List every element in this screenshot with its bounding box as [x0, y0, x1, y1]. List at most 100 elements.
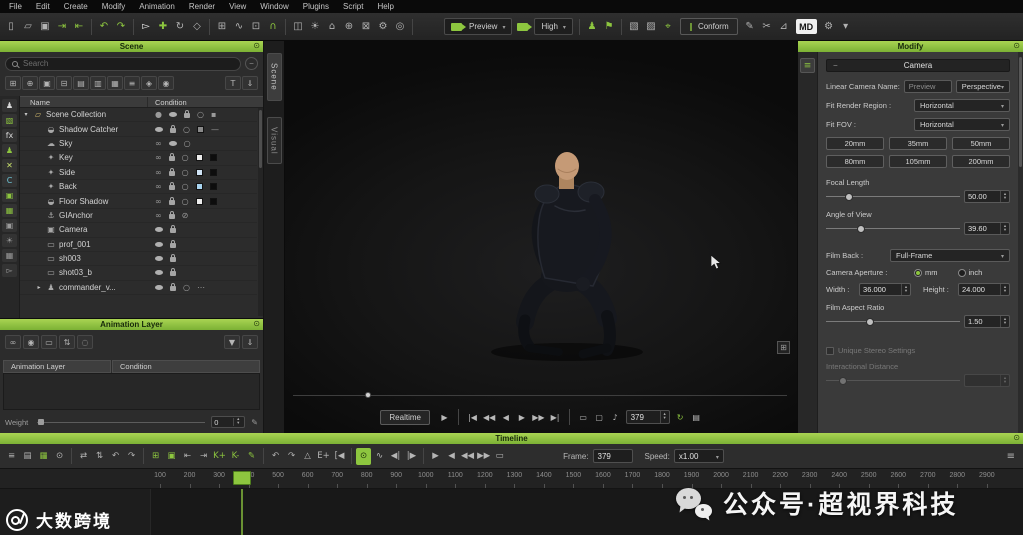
- condition-slash-icon[interactable]: ⊘: [182, 211, 189, 220]
- lock-icon[interactable]: [168, 182, 175, 191]
- fit-fov-select[interactable]: Horizontal: [914, 118, 1010, 131]
- tree-row[interactable]: ▾ ▱ Scene Collection ● ○ ▪: [20, 108, 257, 123]
- spinner-arrows-icon[interactable]: [233, 418, 242, 426]
- condition-link-icon[interactable]: ∞: [155, 168, 162, 177]
- tab-visual[interactable]: Visual: [266, 116, 282, 165]
- undo-icon[interactable]: ↶: [96, 18, 112, 36]
- frame-input[interactable]: 379: [592, 449, 633, 463]
- next-frame-icon[interactable]: ▶: [516, 413, 527, 422]
- spinner-arrows-icon[interactable]: [1000, 316, 1009, 327]
- import-icon[interactable]: ⇥: [54, 18, 70, 36]
- step-forward-icon[interactable]: |▶: [404, 448, 419, 465]
- condition-circle-icon[interactable]: ○: [182, 197, 189, 206]
- export-keys-icon[interactable]: E+: [316, 448, 331, 465]
- scissors-icon[interactable]: ✂: [759, 18, 775, 36]
- cube-icon[interactable]: ▧: [626, 18, 642, 36]
- aperture-inch-radio[interactable]: inch: [957, 268, 982, 277]
- collapse-all-icon[interactable]: ▥: [90, 76, 106, 90]
- open-scene-icon[interactable]: ▱: [20, 18, 36, 36]
- go-start-icon[interactable]: |◀: [467, 413, 478, 422]
- import-asset-icon[interactable]: ⇓: [242, 76, 258, 90]
- search-input[interactable]: Search: [5, 56, 241, 71]
- solo-layer-icon[interactable]: ◉: [23, 335, 39, 349]
- condition-link-icon[interactable]: ∞: [155, 182, 162, 191]
- conform-toggle[interactable]: Conform: [679, 18, 738, 35]
- tree-row[interactable]: ▭ sh003: [20, 252, 257, 267]
- tree-row[interactable]: ☁ Sky ∞ ○: [20, 137, 257, 152]
- lock-icon[interactable]: [170, 282, 176, 291]
- play-icon[interactable]: ▶: [439, 413, 450, 422]
- render-settings-icon[interactable]: ⚙: [375, 18, 391, 36]
- tl-reverse-icon[interactable]: ◀: [444, 448, 459, 465]
- spinner-arrows-icon[interactable]: [1000, 284, 1009, 295]
- filter-cameras-icon[interactable]: ▣: [2, 189, 17, 202]
- menu-item-modify[interactable]: Modify: [95, 0, 133, 13]
- lock-icon[interactable]: [170, 239, 176, 248]
- condition-circle-icon[interactable]: ○: [183, 125, 190, 134]
- current-frame-input[interactable]: 379: [625, 410, 670, 424]
- filter-effects-icon[interactable]: fx: [2, 129, 17, 142]
- focal-preset-button-200mm[interactable]: 200mm: [952, 155, 1010, 168]
- focal-length-slider[interactable]: [826, 190, 960, 203]
- visibility-eye-icon[interactable]: [155, 284, 163, 290]
- timeline-header[interactable]: Timeline: [0, 433, 1023, 444]
- isolate-icon[interactable]: ◈: [141, 76, 157, 90]
- link-layer-icon[interactable]: ∞: [5, 335, 21, 349]
- lock-icon[interactable]: [168, 153, 175, 162]
- color-swatch[interactable]: [209, 197, 217, 205]
- lock-icon[interactable]: [170, 225, 176, 234]
- tl-fast-back-icon[interactable]: ◀◀: [460, 448, 475, 465]
- sliders-icon[interactable]: [800, 58, 815, 73]
- film-back-select[interactable]: Full-Frame: [890, 249, 1010, 262]
- focal-preset-button-105mm[interactable]: 105mm: [889, 155, 947, 168]
- condition-circle-icon[interactable]: ○: [182, 182, 189, 191]
- settings-gear-icon[interactable]: ⚙: [821, 18, 837, 36]
- curve-editor-icon[interactable]: ▦: [36, 448, 51, 465]
- new-scene-icon[interactable]: ▯: [3, 18, 19, 36]
- redo-icon[interactable]: ↷: [113, 18, 129, 36]
- filter-deleted-icon[interactable]: ✕: [2, 159, 17, 172]
- more-options-icon[interactable]: ▾: [838, 18, 854, 36]
- tree-row[interactable]: ◒ Shadow Catcher ○ —: [20, 122, 257, 137]
- color-swatch[interactable]: [196, 125, 204, 133]
- film-width-input[interactable]: 36.000: [859, 283, 912, 296]
- undo-keys-icon[interactable]: ↶: [268, 448, 283, 465]
- snap-curve-icon[interactable]: ∿: [231, 18, 247, 36]
- snap-grid-icon[interactable]: ⊞: [214, 18, 230, 36]
- tree-scrollbar[interactable]: [258, 108, 263, 316]
- target-icon[interactable]: ◎: [392, 18, 408, 36]
- filter-meshes-icon[interactable]: ▧: [2, 114, 17, 127]
- lock-icon[interactable]: [170, 254, 176, 263]
- focal-preset-button-20mm[interactable]: 20mm: [826, 137, 884, 150]
- set-keyframe-icon[interactable]: ▣: [164, 448, 179, 465]
- interaxial-distance-slider[interactable]: [826, 374, 960, 387]
- light-icon[interactable]: ☀: [307, 18, 323, 36]
- film-height-input[interactable]: 24.000: [958, 283, 1010, 296]
- color-swatch[interactable]: [209, 183, 217, 191]
- goto-next-key-icon[interactable]: ⇥: [196, 448, 211, 465]
- go-end-icon[interactable]: ▶|: [550, 413, 561, 422]
- tree-row[interactable]: ◒ Floor Shadow ∞ ○: [20, 194, 257, 209]
- weight-slider[interactable]: [37, 416, 206, 428]
- prev-frame-icon[interactable]: ◀: [500, 413, 511, 422]
- tree-row[interactable]: ▭ prof_001: [20, 238, 257, 252]
- loop-icon[interactable]: ↻: [675, 413, 686, 422]
- slider-knob[interactable]: [856, 224, 865, 233]
- capture-icon[interactable]: ▤: [691, 413, 702, 422]
- tab-scene[interactable]: Scene: [266, 53, 282, 101]
- show-all-icon[interactable]: ◉: [158, 76, 174, 90]
- realtime-button[interactable]: Realtime: [380, 409, 430, 425]
- weight-input[interactable]: 0: [211, 416, 246, 428]
- focal-length-input[interactable]: 50.00: [964, 190, 1010, 203]
- lock-icon[interactable]: [168, 167, 175, 176]
- duplicate-icon[interactable]: ▣: [39, 76, 55, 90]
- scale-tool-icon[interactable]: ◇: [189, 18, 205, 36]
- color-swatch[interactable]: [195, 183, 203, 191]
- move-tool-icon[interactable]: ✚: [155, 18, 171, 36]
- tree-row[interactable]: ▭ shot03_b: [20, 266, 257, 281]
- audio-icon[interactable]: ♪: [610, 413, 621, 422]
- prev-keyframe-icon[interactable]: ◀◀: [483, 413, 495, 422]
- condition-square-icon[interactable]: ▪: [211, 110, 216, 119]
- swap-range-icon[interactable]: ⇄: [76, 448, 91, 465]
- column-header-condition[interactable]: Condition: [148, 97, 263, 107]
